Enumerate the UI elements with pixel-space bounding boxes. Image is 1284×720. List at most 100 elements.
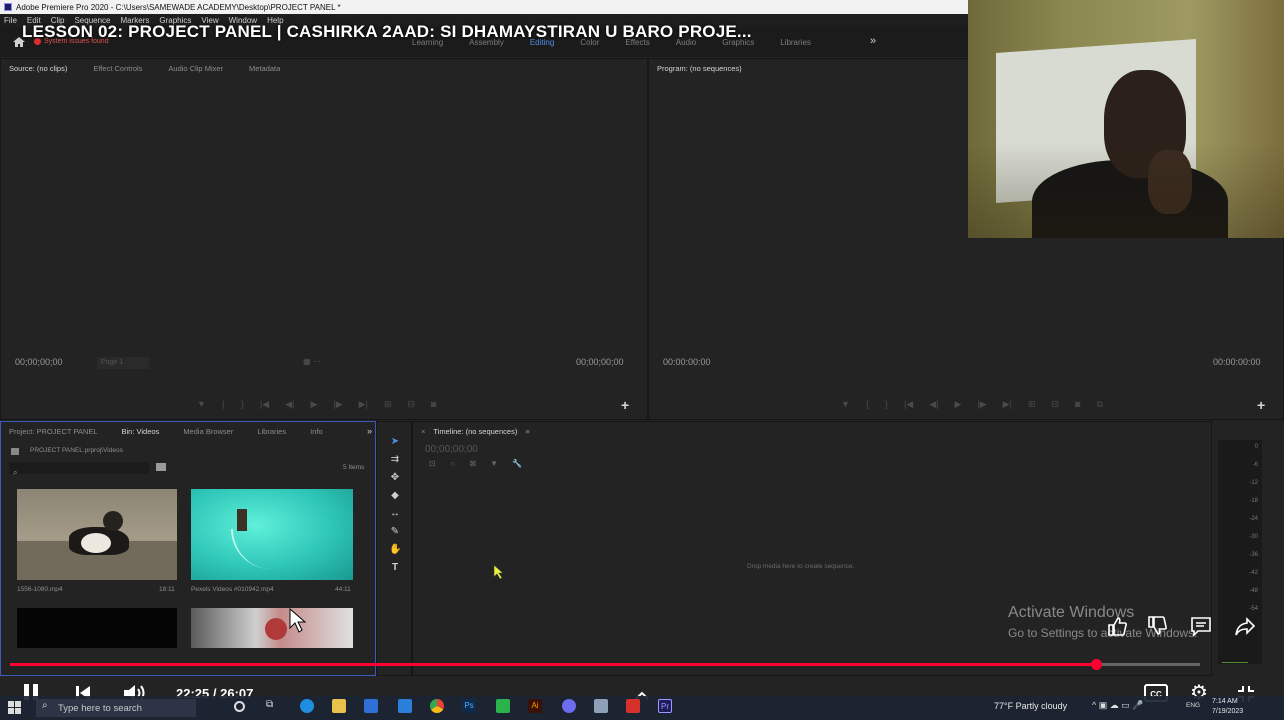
workspace-tab-libraries[interactable]: Libraries	[780, 38, 811, 47]
razor-tool-icon[interactable]: ◆	[389, 490, 401, 502]
edge-icon[interactable]	[300, 699, 314, 713]
timeline-close-icon[interactable]: ×	[421, 427, 425, 436]
go-to-in-icon[interactable]: |◀	[260, 399, 269, 410]
step-back-icon[interactable]: ◀|	[285, 399, 294, 410]
timeline-timecode[interactable]: 00;00;00;00	[425, 444, 478, 455]
mail-icon[interactable]	[398, 699, 412, 713]
thumb-dog-chest	[81, 533, 111, 553]
step-forward-icon[interactable]: |▶	[333, 399, 342, 410]
premiere-taskbar-icon[interactable]: Pr	[658, 699, 672, 713]
add-marker-icon[interactable]: ▼	[197, 399, 206, 410]
program-step-back-icon[interactable]: ◀|	[929, 399, 938, 410]
source-fit-dropdown[interactable]: Page 1	[97, 357, 149, 369]
selection-tool-icon[interactable]: ➤	[389, 436, 401, 448]
windows-start-icon[interactable]	[8, 701, 22, 720]
program-timecode-left[interactable]: 00:00:00:00	[663, 357, 711, 367]
program-mark-out-icon[interactable]: }	[885, 399, 888, 410]
overwrite-icon[interactable]: ⊟	[407, 399, 415, 410]
menu-file[interactable]: File	[4, 16, 17, 25]
weather-widget[interactable]: 77°F Partly cloudy	[994, 701, 1067, 711]
photoshop-icon[interactable]: Ps	[462, 699, 476, 713]
clip-name-2: Pexels Videos #010942.mp4	[191, 586, 274, 593]
program-marker-icon[interactable]: ▼	[841, 399, 850, 410]
thumb-wake	[231, 529, 311, 569]
file-explorer-icon[interactable]	[332, 699, 346, 713]
meter-label: -42	[1249, 570, 1258, 576]
app-icon-grey[interactable]	[594, 699, 608, 713]
snap-icon[interactable]: ∩	[450, 459, 456, 468]
video-progress-played[interactable]	[10, 663, 1096, 666]
recorder-icon[interactable]	[626, 699, 640, 713]
program-export-frame-icon[interactable]: ◙	[1075, 399, 1080, 410]
share-icon[interactable]	[1234, 615, 1256, 637]
taskbar-clock[interactable]: 7:14 AM 7/19/2023	[1212, 697, 1243, 717]
source-tab-0[interactable]: Source: (no clips)	[9, 64, 67, 73]
source-tab-3[interactable]: Metadata	[249, 64, 280, 73]
pen-tool-icon[interactable]: ✎	[389, 526, 401, 538]
program-button-editor-icon[interactable]: +	[1257, 397, 1265, 413]
tab-timeline[interactable]: Timeline: (no sequences)	[433, 427, 517, 436]
timeline-menu-icon[interactable]: ≡	[525, 427, 529, 436]
ripple-edit-tool-icon[interactable]: ✥	[389, 472, 401, 484]
program-mark-in-icon[interactable]: {	[866, 399, 869, 410]
project-tab-4[interactable]: Info	[310, 427, 323, 436]
hand-tool-icon[interactable]: ✋	[389, 544, 401, 556]
source-tab-1[interactable]: Effect Controls	[93, 64, 142, 73]
like-icon[interactable]	[1106, 615, 1128, 637]
meter-label: -12	[1249, 480, 1258, 486]
insert-sequence-icon[interactable]: ⊡	[429, 459, 436, 468]
program-play-icon[interactable]: ▶	[954, 399, 961, 410]
language-indicator[interactable]: ENG	[1186, 702, 1200, 709]
program-go-out-icon[interactable]: ▶|	[1003, 399, 1012, 410]
project-search-input[interactable]: ⌕	[9, 462, 149, 477]
new-bin-from-search-icon[interactable]	[156, 463, 166, 471]
mark-out-icon[interactable]: }	[241, 399, 244, 410]
clip-thumbnail-person[interactable]	[191, 608, 353, 648]
meter-label: -18	[1249, 498, 1258, 504]
task-view-icon[interactable]: ⧉	[266, 699, 280, 713]
extract-icon[interactable]: ⊟	[1051, 399, 1059, 410]
clip-thumbnail-black[interactable]	[17, 608, 177, 648]
project-tab-1[interactable]: Bin: Videos	[122, 427, 160, 436]
illustrator-icon[interactable]: Ai	[528, 699, 542, 713]
export-frame-icon[interactable]: ◙	[431, 399, 436, 410]
clip-thumbnail-sea[interactable]	[191, 489, 353, 580]
project-tab-0[interactable]: Project: PROJECT PANEL	[9, 427, 98, 436]
dislike-icon[interactable]	[1146, 615, 1168, 637]
go-to-out-icon[interactable]: ▶|	[359, 399, 368, 410]
tab-program[interactable]: Program: (no sequences)	[657, 64, 742, 73]
source-button-editor-icon[interactable]: +	[621, 397, 629, 413]
clip-duration-1: 18:11	[159, 586, 175, 593]
clip-thumbnail-dog[interactable]	[17, 489, 177, 580]
project-more-icon[interactable]: »	[367, 426, 372, 436]
video-scrubber-handle[interactable]	[1091, 659, 1102, 670]
source-tab-2[interactable]: Audio Clip Mixer	[168, 64, 223, 73]
app-icon-purple[interactable]	[562, 699, 576, 713]
lift-icon[interactable]: ⊞	[1028, 399, 1036, 410]
mark-in-icon[interactable]: {	[222, 399, 225, 410]
comments-icon[interactable]	[1190, 615, 1212, 637]
linked-selection-icon[interactable]: ⊠	[469, 459, 476, 468]
compare-icon[interactable]: ⧉	[1096, 399, 1102, 410]
insert-icon[interactable]: ⊞	[384, 399, 392, 410]
source-settings-icon[interactable]: ▦ ⋯	[303, 357, 321, 366]
play-icon[interactable]: ▶	[310, 399, 317, 410]
track-select-tool-icon[interactable]: ⇉	[389, 454, 401, 466]
more-workspaces-icon[interactable]: »	[870, 35, 876, 47]
project-tab-3[interactable]: Libraries	[257, 427, 286, 436]
timeline-settings-icon[interactable]: 🔧	[512, 459, 522, 468]
cortana-icon[interactable]	[234, 701, 245, 712]
store-icon[interactable]	[364, 699, 378, 713]
program-go-in-icon[interactable]: |◀	[904, 399, 913, 410]
camtasia-icon[interactable]	[496, 699, 510, 713]
thumb-person-head	[265, 618, 287, 640]
slip-tool-icon[interactable]: ↔	[389, 508, 401, 520]
taskbar-search-input[interactable]: Type here to search	[36, 699, 196, 717]
add-marker-timeline-icon[interactable]: ▼	[490, 459, 498, 468]
chrome-icon[interactable]	[430, 699, 444, 713]
program-step-forward-icon[interactable]: |▶	[977, 399, 986, 410]
source-timecode-left[interactable]: 00;00;00;00	[15, 357, 63, 367]
project-tab-2[interactable]: Media Browser	[183, 427, 233, 436]
type-tool-icon[interactable]: T	[389, 562, 401, 574]
system-tray-icons[interactable]: ^ ▣ ☁ ▭ 🎤	[1092, 700, 1143, 711]
